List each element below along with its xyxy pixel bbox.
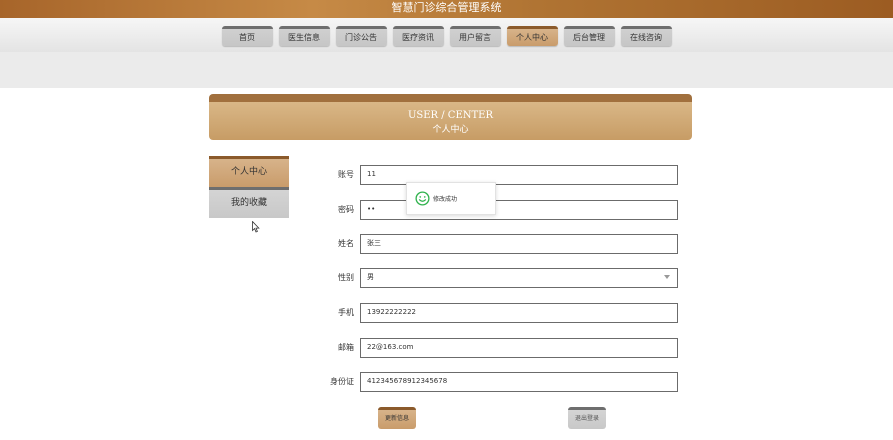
logout-button[interactable]: 退出登录 bbox=[568, 407, 606, 429]
banner-title-en: USER / CENTER bbox=[407, 110, 494, 121]
nav-online-consult[interactable]: 在线咨询 bbox=[620, 26, 672, 46]
banner-title-cn: 个人中心 bbox=[432, 125, 469, 135]
nav-doctors[interactable]: 医生信息 bbox=[278, 26, 330, 46]
form-row-phone: 手机 13922222222 bbox=[320, 303, 680, 323]
app-title: 智慧门诊综合管理系统 bbox=[391, 1, 502, 14]
success-toast: 修改成功 bbox=[406, 182, 496, 215]
sidebar: 个人中心 我的收藏 bbox=[209, 156, 289, 218]
form-row-gender: 性别 男 bbox=[320, 268, 680, 288]
header-spacer bbox=[0, 52, 893, 88]
account-label: 账号 bbox=[338, 170, 354, 179]
form-row-name: 姓名 张三 bbox=[320, 234, 680, 254]
update-info-button[interactable]: 更新信息 bbox=[378, 407, 416, 429]
form-row-password: 密码 •• bbox=[320, 200, 680, 220]
gender-label: 性别 bbox=[338, 273, 354, 282]
gender-select[interactable]: 男 bbox=[360, 268, 678, 288]
email-input[interactable]: 22@163.com bbox=[360, 338, 678, 358]
gender-value: 男 bbox=[367, 273, 374, 281]
nav-home[interactable]: 首页 bbox=[221, 26, 273, 46]
id-card-label: 身份证 bbox=[330, 377, 354, 386]
nav-user-center[interactable]: 个人中心 bbox=[506, 26, 558, 46]
id-card-input[interactable]: 412345678912345678 bbox=[360, 372, 678, 392]
top-title-bar: 智慧门诊综合管理系统 bbox=[0, 0, 893, 18]
password-label: 密码 bbox=[338, 205, 354, 214]
name-input[interactable]: 张三 bbox=[360, 234, 678, 254]
main-nav: 首页 医生信息 门诊公告 医疗资讯 用户留言 个人中心 后台管理 在线咨询 bbox=[0, 26, 893, 46]
toast-message: 修改成功 bbox=[433, 196, 458, 203]
email-label: 邮箱 bbox=[338, 343, 354, 352]
smile-icon bbox=[415, 191, 430, 206]
sidebar-item-favorites[interactable]: 我的收藏 bbox=[209, 187, 289, 218]
nav-messages[interactable]: 用户留言 bbox=[449, 26, 501, 46]
phone-label: 手机 bbox=[338, 308, 354, 317]
nav-admin[interactable]: 后台管理 bbox=[563, 26, 615, 46]
section-banner: USER / CENTER 个人中心 bbox=[209, 94, 692, 140]
nav-announcements[interactable]: 门诊公告 bbox=[335, 26, 387, 46]
form-row-account: 账号 11 bbox=[320, 165, 680, 185]
mouse-cursor-icon bbox=[252, 221, 260, 233]
phone-input[interactable]: 13922222222 bbox=[360, 303, 678, 323]
form-row-id-card: 身份证 412345678912345678 bbox=[320, 372, 680, 392]
nav-medical-news[interactable]: 医疗资讯 bbox=[392, 26, 444, 46]
sidebar-item-user-center[interactable]: 个人中心 bbox=[209, 156, 289, 187]
chevron-down-icon bbox=[664, 275, 670, 279]
name-label: 姓名 bbox=[338, 239, 354, 248]
form-row-email: 邮箱 22@163.com bbox=[320, 338, 680, 358]
